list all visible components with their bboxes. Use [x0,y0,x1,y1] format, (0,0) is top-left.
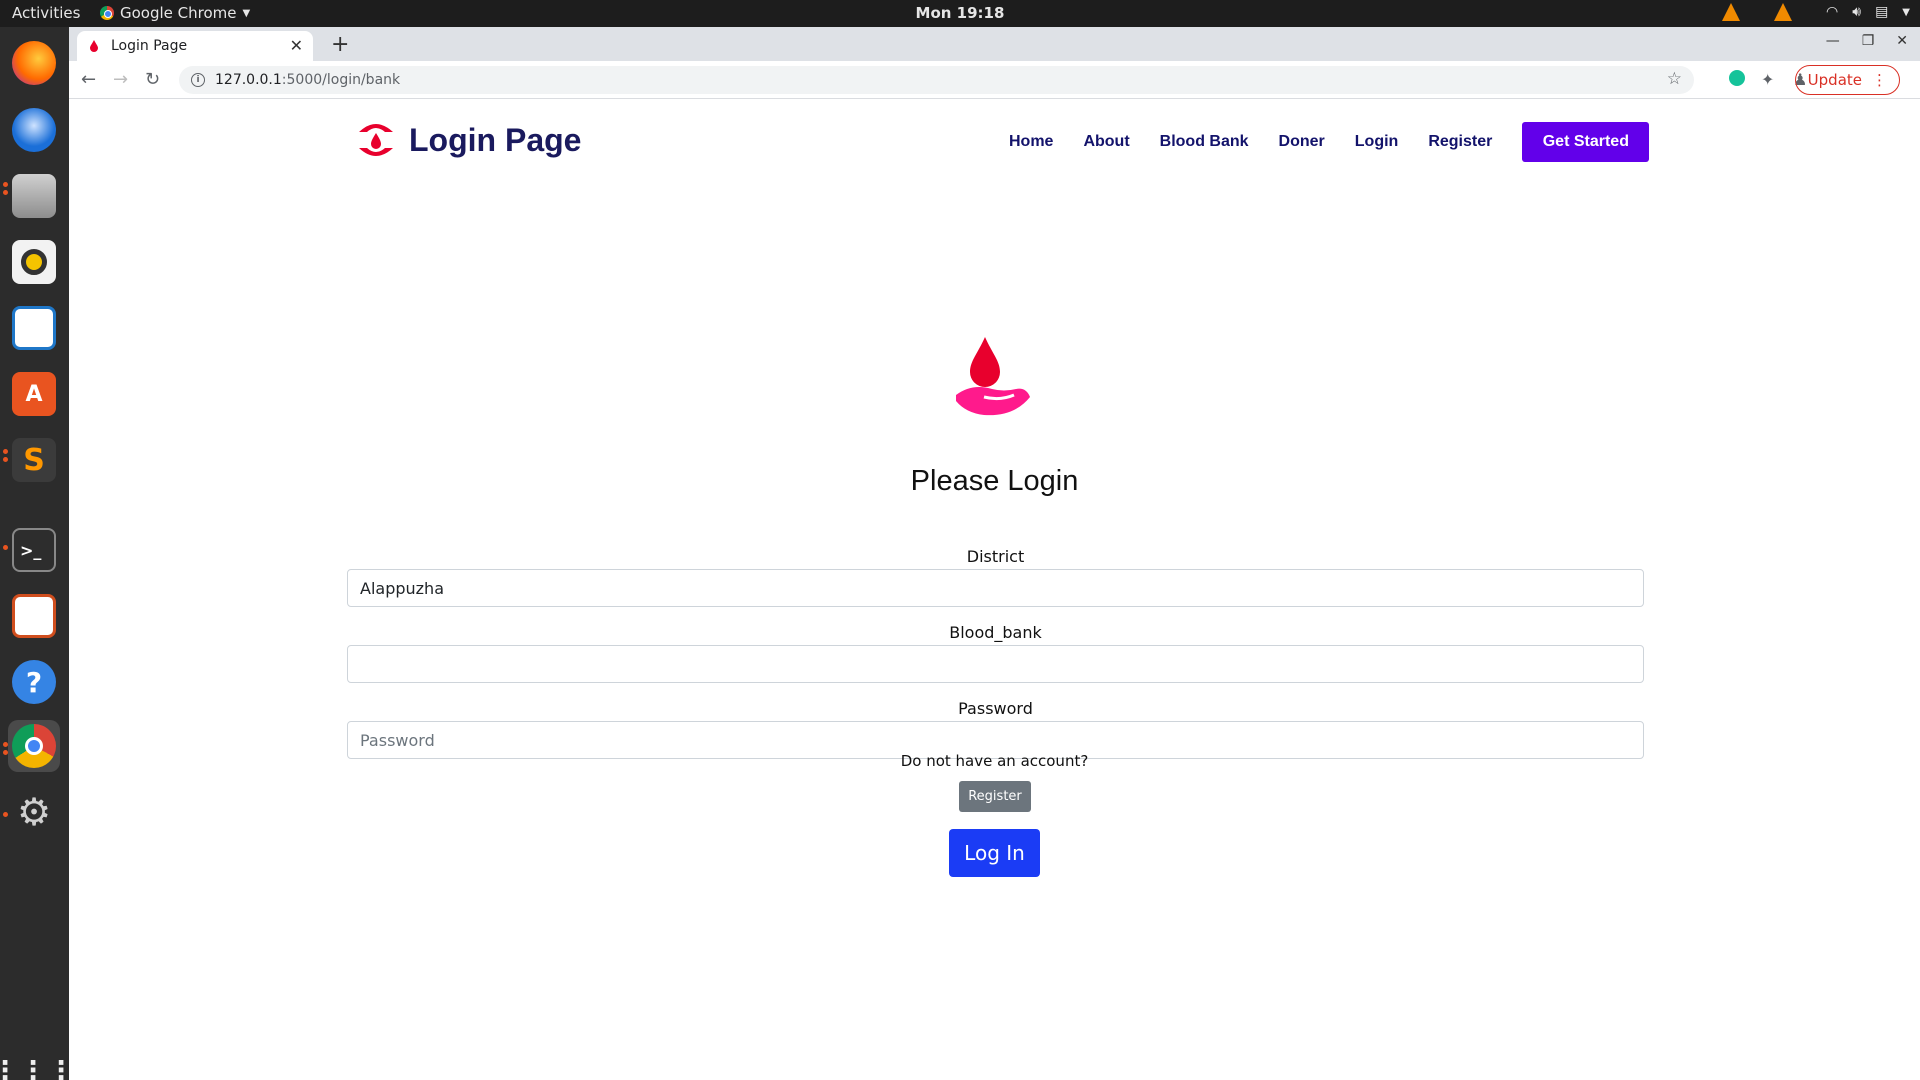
more-menu-icon: ⋮ [1872,71,1887,89]
blood-donation-icon [956,337,1030,416]
document-icon [12,306,56,350]
login-form: District Blood_bank Password [347,545,1644,759]
brand-title: Login Page [409,121,582,158]
vlc-icon[interactable] [1774,3,1793,21]
brand-logo-icon [359,124,393,156]
dock: A S >_ ? ⚙ ⋮⋮⋮ [0,27,76,1080]
tab-strip: Login Page ✕ + — ❐ ✕ [69,27,1920,61]
reload-icon[interactable]: ↻ [145,69,160,90]
nav-register[interactable]: Register [1428,133,1492,151]
nav-about[interactable]: About [1083,133,1129,151]
files-icon [12,174,56,218]
update-label: Update [1807,71,1862,89]
restore-icon[interactable]: ❐ [1862,33,1875,49]
caret-down-icon[interactable]: ▼ [1902,7,1910,18]
volume-icon[interactable]: 🔊︎ [1852,4,1861,20]
close-tab-icon[interactable]: ✕ [290,36,303,55]
firefox-launcher[interactable] [8,37,60,89]
window-controls: — ❐ ✕ [1826,33,1908,49]
sublime-icon: S [12,438,56,482]
url-path: :5000/login/bank [281,72,401,88]
show-apps-button[interactable]: ⋮⋮⋮ [0,1045,76,1080]
speaker-icon [12,240,56,284]
system-tray[interactable]: ◠ 🔊︎ ▤ ▼ [1722,3,1910,21]
clipboard-icon[interactable]: ▤ [1875,4,1888,20]
grammarly-icon[interactable] [1729,70,1745,90]
rhythmbox-launcher[interactable] [8,236,60,288]
sublime-launcher[interactable]: S [8,434,60,486]
software-launcher[interactable]: A [8,368,60,420]
chrome-icon [12,724,56,768]
district-label: District [966,547,1025,566]
vlc-icon[interactable] [1722,3,1741,21]
new-tab-button[interactable]: + [331,32,349,57]
app-grid-icon: ⋮⋮⋮ [0,1056,76,1080]
blood-bank-input[interactable] [347,645,1644,683]
site-info-icon[interactable]: i [191,73,205,87]
chrome-launcher[interactable] [8,720,60,772]
system-top-bar: Activities Google Chrome ▼ Mon 19:18 ◠ 🔊… [0,0,1920,27]
tab-title: Login Page [111,38,188,54]
wifi-icon[interactable]: ◠ [1826,4,1838,20]
presentation-icon [12,594,56,638]
help-launcher[interactable]: ? [8,656,60,708]
tab-login-page[interactable]: Login Page ✕ [77,31,313,61]
forward-icon[interactable]: → [113,69,128,90]
main-nav: Home About Blood Bank Doner Login Regist… [1009,122,1650,162]
nav-home[interactable]: Home [1009,133,1053,151]
district-input[interactable] [347,569,1644,607]
brand[interactable]: Login Page [355,120,581,160]
settings-launcher[interactable]: ⚙ [8,786,60,838]
nav-login[interactable]: Login [1355,133,1399,151]
back-icon[interactable]: ← [81,69,96,90]
terminal-launcher[interactable]: >_ [8,524,60,576]
login-heading: Please Login [910,465,1079,497]
firefox-icon [12,41,56,85]
page: Login Page Home About Blood Bank Doner L… [69,100,1920,1080]
thunderbird-icon [12,108,56,152]
app-store-icon: A [12,372,56,416]
get-started-button[interactable]: Get Started [1522,122,1650,162]
impress-launcher[interactable] [8,590,60,642]
update-button[interactable]: Update ⋮ [1794,65,1900,95]
help-icon: ? [12,660,56,704]
clock[interactable]: Mon 19:18 [0,4,1920,22]
login-button[interactable]: Log In [949,829,1040,877]
account-prompt: Do not have an account? [900,752,1089,770]
bookmark-star-icon[interactable]: ☆ [1667,69,1682,89]
thunderbird-launcher[interactable] [8,104,60,156]
writer-launcher[interactable] [8,302,60,354]
minimize-icon[interactable]: — [1826,33,1840,49]
extensions-puzzle-icon[interactable]: ✦ [1761,70,1774,89]
register-button[interactable]: Register [959,781,1031,812]
browser-toolbar: ← → ↻ i 127.0.0.1:5000/login/bank ☆ ✦ ♟ … [69,61,1920,99]
blood-drop-favicon-icon [87,39,101,53]
address-bar[interactable]: i 127.0.0.1:5000/login/bank ☆ [179,66,1694,94]
terminal-icon: >_ [12,528,56,572]
close-window-icon[interactable]: ✕ [1896,33,1908,49]
files-launcher[interactable] [8,170,60,222]
nav-blood-bank[interactable]: Blood Bank [1160,133,1249,151]
nav-doner[interactable]: Doner [1279,133,1325,151]
password-label: Password [958,699,1033,718]
url-host: 127.0.0.1 [215,72,282,88]
blood-bank-label: Blood_bank [949,623,1042,642]
gear-icon: ⚙ [16,790,52,834]
